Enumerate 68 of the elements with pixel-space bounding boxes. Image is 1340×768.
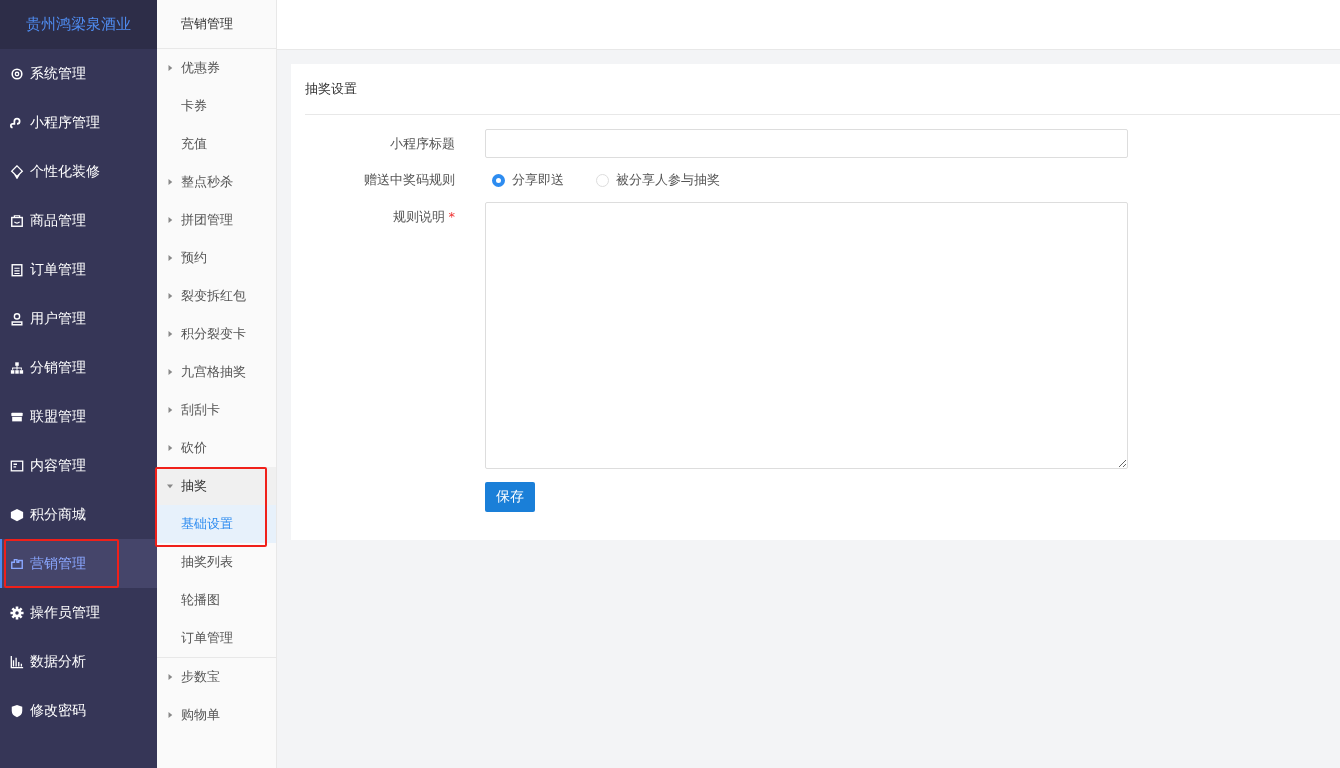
submenu-group[interactable]: 砍价	[157, 429, 276, 467]
required-mark: *	[448, 209, 455, 224]
submenu-group[interactable]: 整点秒杀	[157, 163, 276, 201]
settings-icon	[10, 605, 24, 620]
title-input[interactable]	[485, 129, 1128, 158]
radio-option[interactable]: 被分享人参与抽奖	[596, 171, 720, 189]
field-label: 赠送中奖码规则	[364, 172, 455, 187]
card-title: 抽奖设置	[305, 64, 1340, 115]
doc-icon	[10, 458, 24, 473]
user-icon	[10, 311, 24, 326]
submenu-item[interactable]: 充值	[157, 125, 276, 163]
submenu-group[interactable]: 抽奖	[157, 467, 276, 505]
radio-option[interactable]: 分享即送	[492, 171, 564, 189]
caret-icon	[167, 179, 173, 185]
layers-icon	[10, 164, 24, 179]
nav-item[interactable]: 数据分析	[0, 637, 157, 686]
cube-icon	[10, 507, 24, 522]
rules-textarea[interactable]	[485, 202, 1128, 469]
submenu-group[interactable]: 裂变拆红包	[157, 277, 276, 315]
submenu-group[interactable]: 刮刮卡	[157, 391, 276, 429]
submenu-item[interactable]: 卡券	[157, 87, 276, 125]
submenu-group[interactable]: 积分裂变卡	[157, 315, 276, 353]
caret-icon	[167, 255, 173, 261]
nav-item[interactable]: 商品管理	[0, 196, 157, 245]
puzzle-icon	[10, 556, 24, 571]
nav-item[interactable]: 积分商城	[0, 490, 157, 539]
nav-item[interactable]: 营销管理	[0, 539, 157, 588]
submenu-group[interactable]: 优惠券	[157, 49, 276, 87]
caret-icon	[167, 217, 173, 223]
caret-icon	[167, 331, 173, 337]
caret-icon	[167, 445, 173, 451]
nav-item[interactable]: 修改密码	[0, 686, 157, 735]
bag-icon	[10, 213, 24, 228]
submenu-group[interactable]: 拼团管理	[157, 201, 276, 239]
list-icon	[10, 262, 24, 277]
nav-item[interactable]: 系统管理	[0, 49, 157, 98]
nav-item[interactable]: 小程序管理	[0, 98, 157, 147]
chart-icon	[10, 654, 24, 669]
caret-icon	[167, 483, 173, 489]
brand-title: 贵州鸿梁泉酒业	[0, 0, 157, 49]
submenu-group[interactable]: 预约	[157, 239, 276, 277]
nav-item[interactable]: 用户管理	[0, 294, 157, 343]
caret-icon	[167, 407, 173, 413]
submenu-item[interactable]: 订单管理	[157, 619, 276, 657]
nav-item[interactable]: 分销管理	[0, 343, 157, 392]
nav-item[interactable]: 联盟管理	[0, 392, 157, 441]
org-icon	[10, 360, 24, 375]
caret-icon	[167, 369, 173, 375]
nav-item[interactable]: 内容管理	[0, 441, 157, 490]
submenu-item[interactable]: 抽奖列表	[157, 543, 276, 581]
nav-item[interactable]: 个性化装修	[0, 147, 157, 196]
shield-icon	[10, 703, 24, 718]
caret-icon	[167, 293, 173, 299]
radio-button[interactable]	[492, 173, 505, 187]
submenu-group[interactable]: 步数宝	[157, 658, 276, 696]
submenu-group[interactable]: 九宫格抽奖	[157, 353, 276, 391]
submenu-title: 营销管理	[157, 0, 276, 49]
field-label: 规则说明	[392, 209, 445, 224]
caret-icon	[167, 65, 173, 71]
save-button[interactable]: 保存	[485, 482, 535, 512]
caret-icon	[167, 712, 173, 718]
submenu-item[interactable]: 轮播图	[157, 581, 276, 619]
field-label: 小程序标题	[390, 135, 455, 151]
caret-icon	[167, 674, 173, 680]
nav-item[interactable]: 订单管理	[0, 245, 157, 294]
gear-icon	[10, 66, 24, 81]
nav-item[interactable]: 操作员管理	[0, 588, 157, 637]
submenu-group[interactable]: 购物单	[157, 696, 276, 734]
